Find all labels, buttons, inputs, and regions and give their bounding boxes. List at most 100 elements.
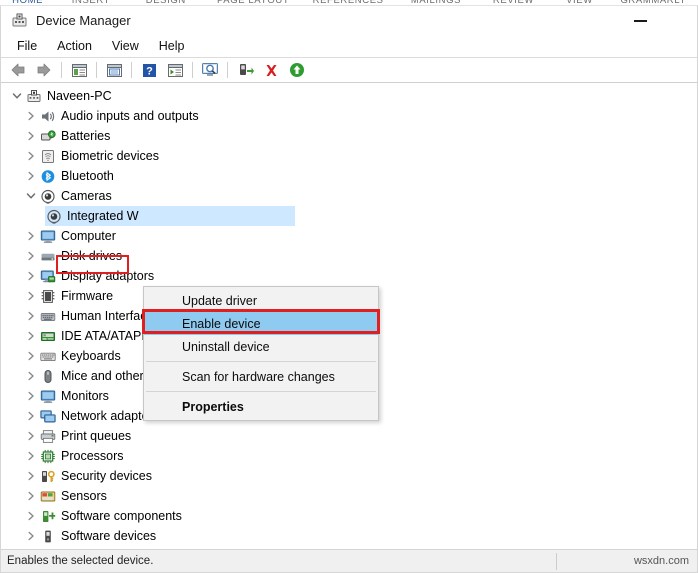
update-driver-icon[interactable] bbox=[233, 59, 257, 81]
tree-row[interactable]: Batteries bbox=[1, 126, 697, 146]
speaker-icon bbox=[39, 548, 57, 549]
tree-row-label: Keyboards bbox=[61, 349, 121, 363]
tree-row[interactable]: Cameras bbox=[1, 186, 697, 206]
enable-device-icon[interactable] bbox=[285, 59, 309, 81]
tree-row-label: Security devices bbox=[61, 469, 153, 483]
menubar: File Action View Help bbox=[1, 35, 697, 58]
titlebar[interactable]: Device Manager bbox=[1, 6, 697, 35]
tree-row-label: Software devices bbox=[61, 529, 157, 543]
bluetooth-icon bbox=[39, 168, 57, 184]
chevron-right-icon[interactable] bbox=[23, 548, 39, 549]
show-hidden-devices-icon[interactable] bbox=[163, 59, 187, 81]
chevron-right-icon[interactable] bbox=[23, 348, 39, 364]
help-icon[interactable]: ? bbox=[137, 59, 161, 81]
computer-icon bbox=[25, 88, 43, 104]
scan-for-hardware-changes-icon[interactable] bbox=[198, 59, 222, 81]
software-component-icon bbox=[39, 508, 57, 524]
tree-row[interactable]: Processors bbox=[1, 446, 697, 466]
chevron-right-icon[interactable] bbox=[23, 128, 39, 144]
context-menu[interactable]: Update driver Enable device Uninstall devi… bbox=[143, 286, 379, 421]
chevron-right-icon[interactable] bbox=[23, 488, 39, 504]
tree-row-label: Print queues bbox=[61, 429, 132, 443]
chevron-right-icon[interactable] bbox=[23, 448, 39, 464]
context-menu-item-uninstall-device[interactable]: Uninstall device bbox=[144, 335, 378, 358]
show-hide-console-tree-icon[interactable] bbox=[67, 59, 91, 81]
device-tree[interactable]: Naveen-PC Audio inputs and outputs Batteri… bbox=[1, 83, 697, 549]
tree-row[interactable]: Disk drives bbox=[1, 246, 697, 266]
mouse-icon bbox=[39, 368, 57, 384]
chevron-right-icon[interactable] bbox=[23, 368, 39, 384]
chevron-right-icon[interactable] bbox=[23, 468, 39, 484]
tree-row[interactable]: Print queues bbox=[1, 426, 697, 446]
tree-row-label: Processors bbox=[61, 449, 124, 463]
tree-row-root[interactable]: Naveen-PC bbox=[1, 86, 697, 106]
tree-row-label: Batteries bbox=[61, 129, 111, 143]
chevron-right-icon[interactable] bbox=[23, 268, 39, 284]
tree-row[interactable]: Audio inputs and outputs bbox=[1, 106, 697, 126]
toolbar-separator bbox=[192, 62, 193, 78]
chevron-down-icon[interactable] bbox=[23, 188, 39, 204]
chevron-right-icon[interactable] bbox=[23, 148, 39, 164]
tree-row[interactable]: Software devices bbox=[1, 526, 697, 546]
watermark: wsxdn.com bbox=[633, 555, 689, 567]
display-adapter-icon bbox=[39, 268, 57, 284]
chevron-down-icon[interactable] bbox=[9, 88, 25, 104]
tree-row[interactable]: Sound, video and game controllers bbox=[1, 546, 697, 549]
firmware-chip-icon bbox=[39, 288, 57, 304]
menu-item-help[interactable]: Help bbox=[149, 37, 195, 55]
chevron-right-icon[interactable] bbox=[23, 248, 39, 264]
chevron-right-icon[interactable] bbox=[23, 528, 39, 544]
monitor-icon bbox=[39, 228, 57, 244]
menu-item-file[interactable]: File bbox=[7, 37, 47, 55]
tree-row[interactable]: Biometric devices bbox=[1, 146, 697, 166]
context-menu-item-scan-for-hardware-changes[interactable]: Scan for hardware changes bbox=[144, 365, 378, 388]
back-icon[interactable] bbox=[6, 59, 30, 81]
tree-row[interactable]: Display adaptors bbox=[1, 266, 697, 286]
context-menu-separator bbox=[146, 391, 376, 392]
chevron-right-icon[interactable] bbox=[23, 228, 39, 244]
toolbar-separator bbox=[61, 62, 62, 78]
hid-icon bbox=[39, 308, 57, 324]
chevron-right-icon[interactable] bbox=[23, 288, 39, 304]
tree-row-label: Firmware bbox=[61, 289, 114, 303]
ide-controller-icon bbox=[39, 328, 57, 344]
chevron-right-icon[interactable] bbox=[23, 408, 39, 424]
tree-row-label: Naveen-PC bbox=[47, 89, 112, 103]
toolbar-separator bbox=[96, 62, 97, 78]
network-adapter-icon bbox=[39, 408, 57, 424]
chevron-right-icon[interactable] bbox=[23, 108, 39, 124]
fingerprint-icon bbox=[39, 148, 57, 164]
processor-icon bbox=[39, 448, 57, 464]
chevron-right-icon[interactable] bbox=[23, 168, 39, 184]
tree-row[interactable]: Sensors bbox=[1, 486, 697, 506]
context-menu-item-properties[interactable]: Properties bbox=[144, 395, 378, 418]
chevron-right-icon[interactable] bbox=[23, 428, 39, 444]
context-menu-item-enable-device[interactable]: Enable device bbox=[144, 312, 378, 335]
chevron-right-icon[interactable] bbox=[23, 388, 39, 404]
chevron-right-icon[interactable] bbox=[23, 328, 39, 344]
tree-row-label: Biometric devices bbox=[61, 149, 159, 163]
context-menu-item-update-driver[interactable]: Update driver bbox=[144, 289, 378, 312]
chevron-right-icon[interactable] bbox=[23, 508, 39, 524]
menu-item-view[interactable]: View bbox=[102, 37, 149, 55]
tree-row[interactable]: Bluetooth bbox=[1, 166, 697, 186]
chevron-right-icon[interactable] bbox=[23, 308, 39, 324]
printer-icon bbox=[39, 428, 57, 444]
device-manager-window: Device Manager File Action View Help ? N… bbox=[0, 5, 698, 573]
tree-row-label: Computer bbox=[61, 229, 116, 243]
tree-row-label: Cameras bbox=[61, 189, 112, 203]
uninstall-device-icon[interactable] bbox=[259, 59, 283, 81]
menu-item-action[interactable]: Action bbox=[47, 37, 102, 55]
properties-icon[interactable] bbox=[102, 59, 126, 81]
window-title: Device Manager bbox=[36, 13, 131, 28]
tree-row-label: Software components bbox=[61, 509, 182, 523]
tree-row[interactable]: Integrated W bbox=[1, 206, 697, 226]
tree-row[interactable]: Software components bbox=[1, 506, 697, 526]
tree-row[interactable]: Computer bbox=[1, 226, 697, 246]
context-menu-separator bbox=[146, 361, 376, 362]
sensor-icon bbox=[39, 488, 57, 504]
minimize-button[interactable] bbox=[617, 6, 663, 35]
tree-row[interactable]: Security devices bbox=[1, 466, 697, 486]
security-device-icon bbox=[39, 468, 57, 484]
forward-icon[interactable] bbox=[32, 59, 56, 81]
